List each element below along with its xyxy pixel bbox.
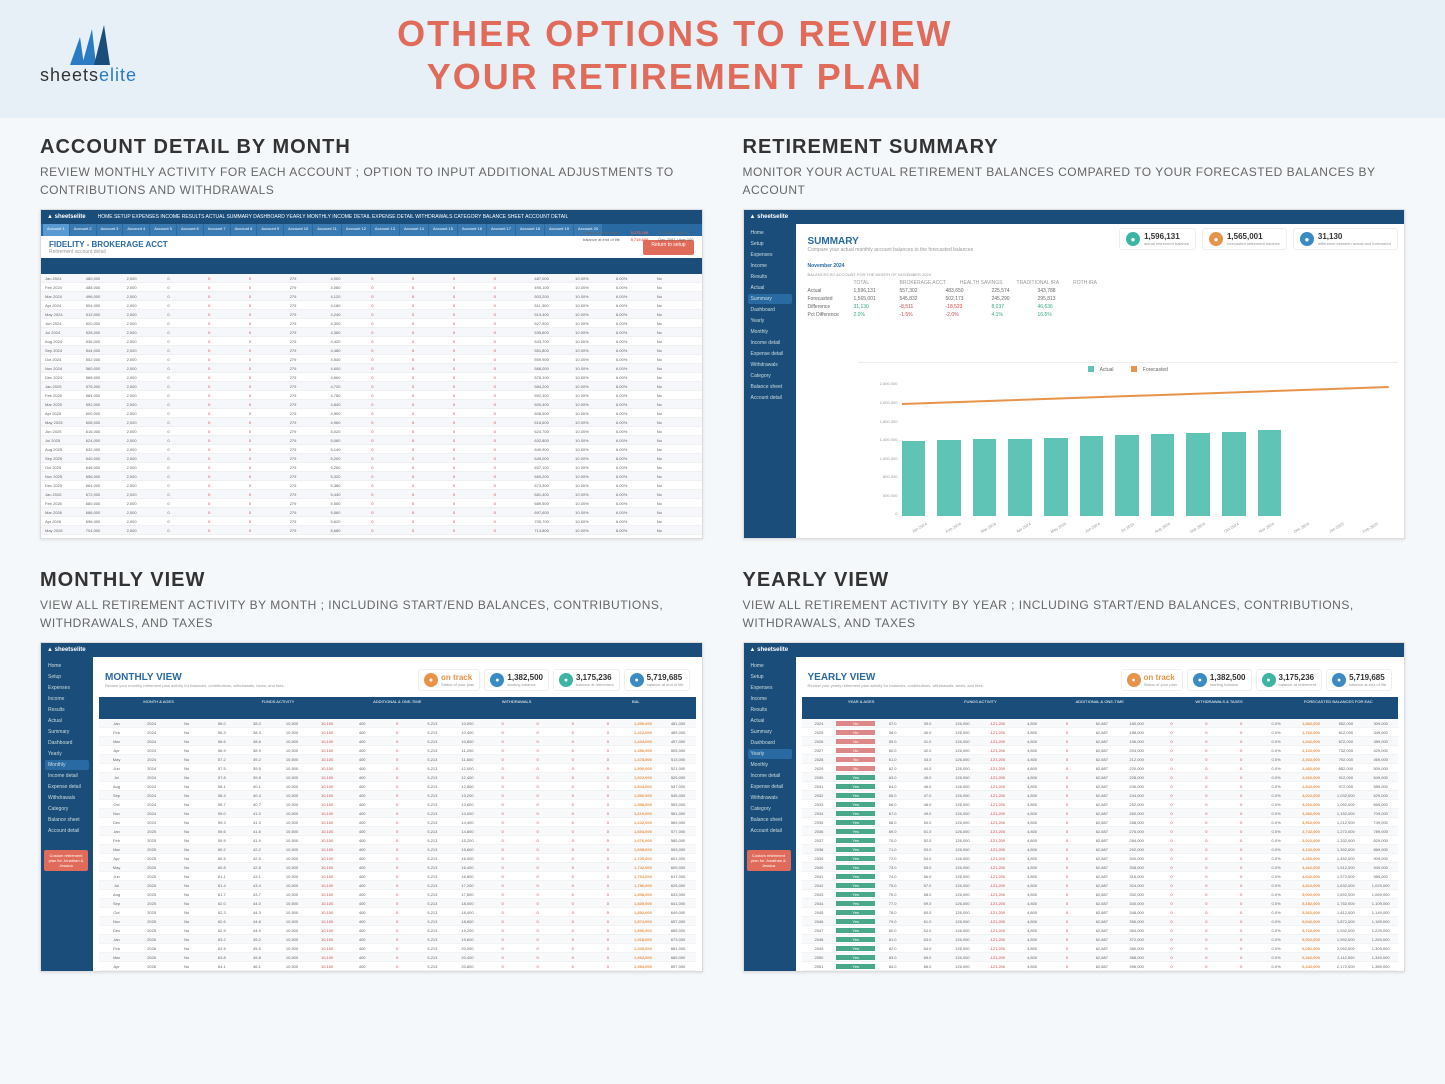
cta-button[interactable]: Custom retirement plan for Jonathan & Je… [747,850,791,872]
page-title: OTHER OPTIONS TO REVIEW YOUR RETIREMENT … [397,12,952,98]
screenshot-monthly: ▲ sheetselite HomeSetupExpensesIncomeRes… [40,642,703,972]
app-brand: ▲ sheetselite [47,214,86,220]
grid-header [41,258,702,274]
summary-sub: Compare your actual monthly account bala… [808,247,974,253]
panel-desc: REVIEW MONTHLY ACTIVITY FOR EACH ACCOUNT… [40,163,703,199]
panels-grid: ACCOUNT DETAIL BY MONTH REVIEW MONTHLY A… [0,118,1445,990]
account-subtitle: Retirement account detail [49,249,168,255]
view-title: YEARLY VIEW [808,672,1113,683]
summary-chart: Actual Forecasted 2,500,0002,000,0001,80… [858,362,1399,532]
screenshot-summary: ▲ sheetselite HomeSetupExpensesIncomeRes… [743,209,1406,539]
panel-desc: MONITOR YOUR ACTUAL RETIREMENT BALANCES … [743,163,1406,199]
app-sidebar[interactable]: HomeSetupExpensesIncomeResultsActualSumm… [41,657,93,971]
panel-heading: MONTHLY VIEW [40,569,703,592]
panel-account-detail: ACCOUNT DETAIL BY MONTH REVIEW MONTHLY A… [40,136,703,539]
summary-content: SUMMARY Compare your actual monthly acco… [796,224,1405,538]
panel-desc: VIEW ALL RETIREMENT ACTIVITY BY MONTH ; … [40,596,703,632]
view-title: MONTHLY VIEW [105,672,410,683]
logo: sheetselite [40,25,137,86]
app-topbar: ▲ sheetselite HOME SETUP EXPENSES INCOME… [41,210,702,224]
data-rows: Jan2024No56.038.010,50010,10040005,21310… [99,719,696,971]
panel-monthly-view: MONTHLY VIEW VIEW ALL RETIREMENT ACTIVIT… [40,569,703,972]
app-sidebar[interactable]: HomeSetupExpensesIncomeResultsActualSumm… [744,224,796,538]
panel-heading: RETIREMENT SUMMARY [743,136,1406,159]
summary-title: SUMMARY [808,236,974,247]
app-sidebar[interactable]: HomeSetupExpensesIncomeResultsActualSumm… [744,657,796,971]
group-header: YEAR & AGESFUNDS ACTIVITYADDITIONAL & ON… [802,697,1399,707]
screenshot-account-detail: ▲ sheetselite HOME SETUP EXPENSES INCOME… [40,209,703,539]
summary-table: November 2024 BALANCES BY ACCOUNT FOR TH… [802,259,1399,323]
panel-heading: YEARLY VIEW [743,569,1406,592]
panel-heading: ACCOUNT DETAIL BY MONTH [40,136,703,159]
group-header: MONTH & AGESFUNDS ACTIVITYADDITIONAL & O… [99,697,696,707]
kpi-row: ●1,596,131actual retirement balance●1,56… [1119,228,1398,250]
data-rows: 2024No57.039.0126,000-121,2004,800062,88… [802,719,1399,971]
account-title: FIDELITY - BROKERAGE ACCT [49,240,168,249]
nav-links: HOME SETUP EXPENSES INCOME RESULTS ACTUA… [98,214,569,220]
data-grid: Jan 2024480,0002,0000002794,0000000487,0… [41,258,702,538]
col-header [802,707,1399,719]
screenshot-yearly: ▲ sheetselite HomeSetupExpensesIncomeRes… [743,642,1406,972]
panel-yearly-view: YEARLY VIEW VIEW ALL RETIREMENT ACTIVITY… [743,569,1406,972]
panel-desc: VIEW ALL RETIREMENT ACTIVITY BY YEAR ; I… [743,596,1406,632]
summary-month: November 2024 [808,263,1393,269]
col-header [99,707,696,719]
logo-icon [64,25,114,65]
panel-retirement-summary: RETIREMENT SUMMARY MONITOR YOUR ACTUAL R… [743,136,1406,539]
cta-button[interactable]: Custom retirement plan for Jonathan & Je… [44,850,88,872]
chart-legend: Actual Forecasted [858,363,1399,375]
header: sheetselite OTHER OPTIONS TO REVIEW YOUR… [0,0,1445,118]
balance-box: balance at retirementbalance at end of l… [581,228,696,244]
logo-text: sheetselite [40,65,137,86]
app-topbar: ▲ sheetselite [744,210,1405,224]
